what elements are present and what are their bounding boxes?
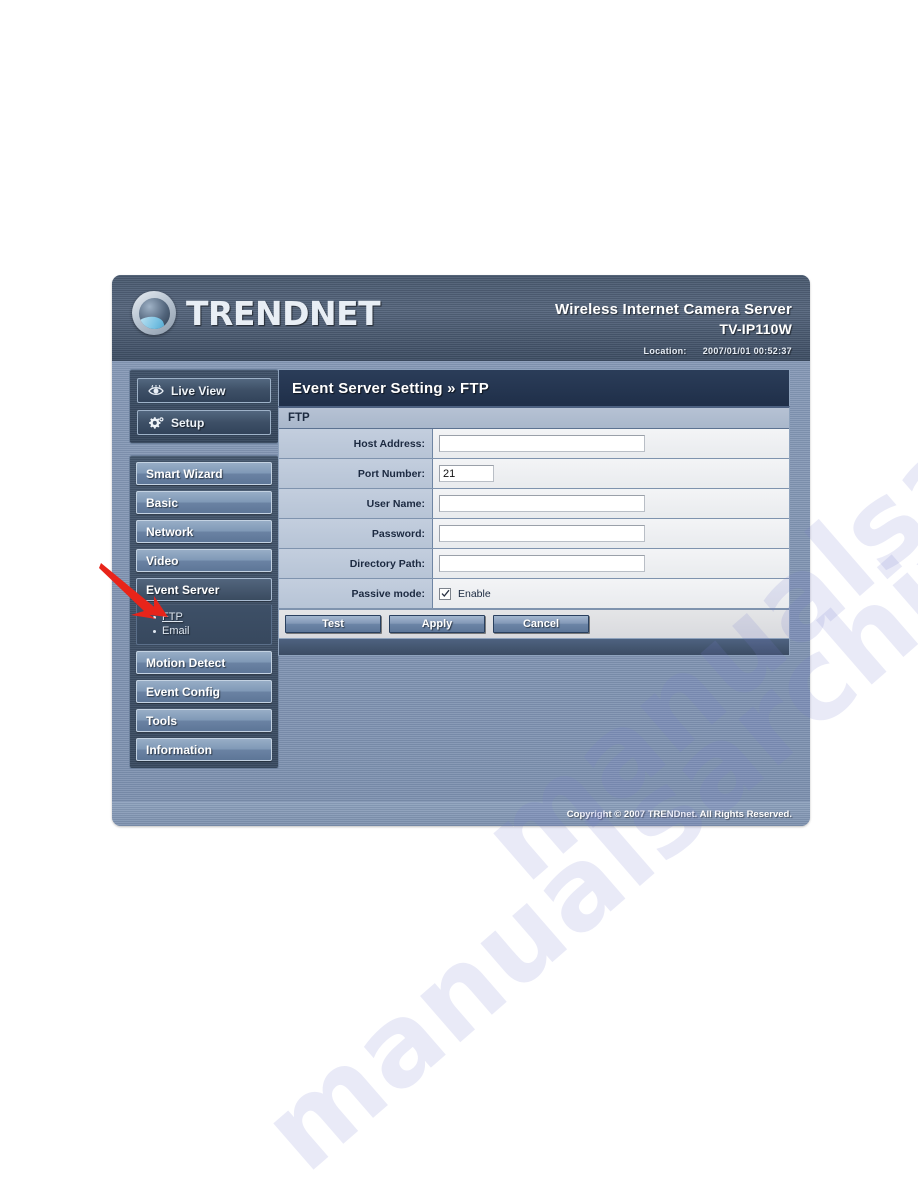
form-row-directory-path: Directory Path: bbox=[279, 549, 789, 579]
apply-button[interactable]: Apply bbox=[389, 615, 485, 633]
cancel-button[interactable]: Cancel bbox=[493, 615, 589, 633]
sidebar-item-label: Basic bbox=[146, 495, 179, 510]
app-body: Live View Setup Smart Wizard Basic Netwo… bbox=[112, 361, 810, 802]
sidebar-item-event-server[interactable]: Event Server bbox=[136, 578, 272, 601]
eye-icon bbox=[148, 385, 164, 396]
sidebar-submenu-event-server: FTP Email bbox=[136, 605, 272, 645]
sidebar-item-network[interactable]: Network bbox=[136, 520, 272, 543]
sidebar-subitem-ftp[interactable]: FTP bbox=[153, 611, 271, 623]
port-number-input[interactable] bbox=[439, 465, 494, 482]
form-row-password: Password: bbox=[279, 519, 789, 549]
sidebar-item-smart-wizard[interactable]: Smart Wizard bbox=[136, 462, 272, 485]
page-title: Event Server Setting » FTP bbox=[278, 369, 790, 406]
sidebar-item-setup[interactable]: Setup bbox=[137, 410, 271, 435]
host-address-input[interactable] bbox=[439, 435, 645, 452]
form-row-port-number: Port Number: bbox=[279, 459, 789, 489]
content-panel: Event Server Setting » FTP FTP Host Addr… bbox=[278, 369, 790, 656]
sidebar: Live View Setup Smart Wizard Basic Netwo… bbox=[129, 369, 279, 769]
gear-icon bbox=[148, 416, 164, 429]
brand-name: TRENDNET bbox=[186, 293, 381, 333]
passive-mode-checkbox[interactable] bbox=[439, 587, 451, 600]
product-identity: Wireless Internet Camera Server TV-IP110… bbox=[555, 301, 792, 337]
app-header: TRENDNET Wireless Internet Camera Server… bbox=[112, 275, 810, 361]
bullet-icon bbox=[153, 615, 156, 619]
sidebar-item-label: Live View bbox=[171, 383, 226, 398]
sidebar-subitem-label: FTP bbox=[162, 611, 183, 623]
product-title: Wireless Internet Camera Server bbox=[554, 301, 792, 318]
directory-path-input[interactable] bbox=[439, 555, 645, 572]
sidebar-item-label: Information bbox=[146, 742, 212, 757]
sidebar-item-label: Setup bbox=[171, 415, 205, 430]
location-status: Location: 2007/01/01 00:52:37 bbox=[644, 346, 792, 356]
sidebar-item-event-config[interactable]: Event Config bbox=[136, 680, 272, 703]
ftp-settings-form: FTP Host Address: Port Number: User Name… bbox=[278, 406, 790, 639]
sidebar-subitem-email[interactable]: Email bbox=[153, 625, 271, 637]
sidebar-item-label: Event Server bbox=[146, 582, 220, 597]
passive-mode-label: Enable bbox=[458, 587, 491, 600]
sidebar-mode-group: Live View Setup bbox=[129, 369, 279, 444]
sidebar-item-tools[interactable]: Tools bbox=[136, 709, 272, 732]
form-action-bar: Test Apply Cancel bbox=[279, 609, 789, 638]
sidebar-item-motion-detect[interactable]: Motion Detect bbox=[136, 651, 272, 674]
checkmark-icon bbox=[441, 589, 450, 597]
field-label: Host Address: bbox=[279, 429, 433, 458]
location-value: 2007/01/01 00:52:37 bbox=[702, 346, 792, 356]
sidebar-item-video[interactable]: Video bbox=[136, 549, 272, 572]
sidebar-item-label: Motion Detect bbox=[146, 655, 226, 670]
copyright-text: Copyright © 2007 TRENDnet. All Rights Re… bbox=[566, 808, 792, 820]
sidebar-item-label: Tools bbox=[146, 713, 178, 728]
test-button[interactable]: Test bbox=[285, 615, 381, 633]
bullet-icon bbox=[153, 629, 156, 633]
form-row-user-name: User Name: bbox=[279, 489, 789, 519]
brand-logo: TRENDNET bbox=[132, 291, 381, 335]
sidebar-item-label: Event Config bbox=[146, 684, 220, 699]
sidebar-menu: Smart Wizard Basic Network Video Event S… bbox=[129, 455, 279, 769]
sidebar-item-information[interactable]: Information bbox=[136, 738, 272, 761]
trendnet-globe-icon bbox=[132, 291, 176, 335]
password-input[interactable] bbox=[439, 525, 645, 542]
product-model: TV-IP110W bbox=[719, 321, 792, 337]
form-row-host-address: Host Address: bbox=[279, 429, 789, 459]
sidebar-item-label: Smart Wizard bbox=[146, 466, 223, 481]
location-label: Location: bbox=[643, 346, 687, 356]
field-label: Password: bbox=[279, 519, 433, 548]
camera-web-ui-frame: TRENDNET Wireless Internet Camera Server… bbox=[112, 275, 810, 826]
field-label: Directory Path: bbox=[279, 549, 433, 578]
sidebar-item-basic[interactable]: Basic bbox=[136, 491, 272, 514]
form-row-passive-mode: Passive mode: Enable bbox=[279, 579, 789, 609]
user-name-input[interactable] bbox=[439, 495, 645, 512]
field-label: Port Number: bbox=[279, 459, 433, 488]
sidebar-item-label: Network bbox=[146, 524, 194, 539]
field-label: Passive mode: bbox=[279, 579, 433, 608]
app-footer: Copyright © 2007 TRENDnet. All Rights Re… bbox=[112, 802, 810, 826]
sidebar-item-live-view[interactable]: Live View bbox=[137, 378, 271, 403]
field-label: User Name: bbox=[279, 489, 433, 518]
sidebar-item-label: Video bbox=[146, 553, 179, 568]
panel-footer-strip bbox=[278, 639, 790, 656]
sidebar-subitem-label: Email bbox=[162, 625, 190, 637]
section-header: FTP bbox=[279, 408, 789, 429]
